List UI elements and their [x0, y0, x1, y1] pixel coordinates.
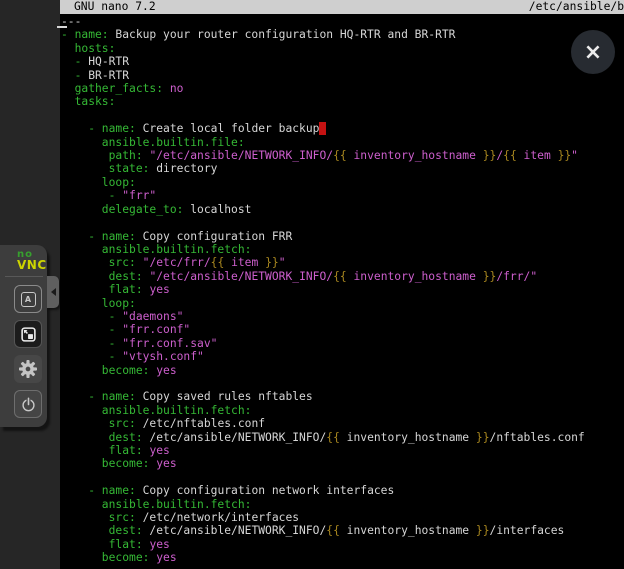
editor-line: - "vtysh.conf" — [61, 350, 623, 363]
editor-line: dest: /etc/ansible/NETWORK_INFO/{{ inven… — [61, 431, 623, 444]
editor-line — [61, 471, 623, 484]
nano-titlebar: GNU nano 7.2 /etc/ansible/b — [60, 0, 624, 14]
editor-line: - "daemons" — [61, 310, 623, 323]
editor-line: flat: yes — [61, 538, 623, 551]
editor-line: hosts: — [61, 42, 623, 55]
editor-line: gather_facts: no — [61, 82, 623, 95]
fullscreen-icon — [20, 326, 37, 343]
editor-line — [61, 216, 623, 229]
fullscreen-button[interactable] — [14, 320, 42, 348]
nano-file-path: /etc/ansible/b — [529, 0, 624, 14]
editor-line: dest: "/etc/ansible/NETWORK_INFO/{{ inve… — [61, 270, 623, 283]
editor-line: state: directory — [61, 162, 623, 175]
editor-line: src: /etc/nftables.conf — [61, 417, 623, 430]
editor-line: - "frr.conf.sav" — [61, 337, 623, 350]
editor-line — [61, 377, 623, 390]
editor-line: loop: — [61, 176, 623, 189]
editor-line: ansible.builtin.fetch: — [61, 498, 623, 511]
collapse-arrow-icon — [51, 288, 56, 296]
novnc-buttons: A — [0, 285, 47, 418]
editor-line: - "frr.conf" — [61, 323, 623, 336]
settings-button[interactable] — [14, 355, 42, 383]
editor-line: ansible.builtin.fetch: — [61, 404, 623, 417]
nano-app-title: GNU nano 7.2 — [60, 0, 156, 14]
editor-line: --- — [61, 15, 623, 28]
remote-cursor-artifact — [57, 26, 67, 28]
editor-line: - BR-RTR — [61, 69, 623, 82]
novnc-viewport: GNU nano 7.2 /etc/ansible/b ---- name: B… — [0, 0, 624, 569]
editor-line: become: yes — [61, 364, 623, 377]
editor-line: tasks: — [61, 95, 623, 108]
editor-line: path: "/etc/ansible/NETWORK_INFO/{{ inve… — [61, 149, 623, 162]
editor-line — [61, 109, 623, 122]
editor-line: - "frr" — [61, 189, 623, 202]
close-button[interactable]: × — [571, 30, 615, 74]
editor-text[interactable]: ---- name: Backup your router configurat… — [61, 15, 623, 568]
editor-line: - name: Create local folder backup — [61, 122, 623, 135]
editor-line: - name: Copy saved rules nftables — [61, 390, 623, 403]
editor-line: - HQ-RTR — [61, 55, 623, 68]
control-bar-handle[interactable] — [47, 276, 59, 308]
editor-line: ansible.builtin.file: — [61, 136, 623, 149]
novnc-control-bar: no VNC A — [0, 245, 47, 427]
editor-line: flat: yes — [61, 283, 623, 296]
text-cursor — [319, 122, 326, 135]
editor-line: - name: Copy configuration network inter… — [61, 484, 623, 497]
editor-line: delegate_to: localhost — [61, 203, 623, 216]
keyboard-button[interactable]: A — [14, 285, 42, 313]
novnc-logo-bottom: VNC — [17, 260, 47, 270]
keycap-letter: A — [25, 295, 31, 304]
editor-line: become: yes — [61, 457, 623, 470]
editor-line: - name: Backup your router configuration… — [61, 28, 623, 41]
editor-line: loop: — [61, 297, 623, 310]
editor-line: src: "/etc/frr/{{ item }}" — [61, 256, 623, 269]
editor-line: become: yes — [61, 551, 623, 564]
editor-line: - name: Copy configuration FRR — [61, 230, 623, 243]
terminal-window: GNU nano 7.2 /etc/ansible/b ---- name: B… — [60, 0, 624, 569]
keyboard-icon: A — [21, 292, 36, 307]
panel-divider — [5, 276, 43, 277]
novnc-logo: no VNC — [17, 250, 47, 270]
close-icon: × — [584, 40, 602, 65]
editor-line: ansible.builtin.fetch: — [61, 243, 623, 256]
editor-line: dest: /etc/ansible/NETWORK_INFO/{{ inven… — [61, 524, 623, 537]
gear-icon — [19, 360, 37, 378]
power-icon — [20, 396, 37, 413]
power-button[interactable] — [14, 390, 42, 418]
editor-line: flat: yes — [61, 444, 623, 457]
editor-line: src: /etc/network/interfaces — [61, 511, 623, 524]
